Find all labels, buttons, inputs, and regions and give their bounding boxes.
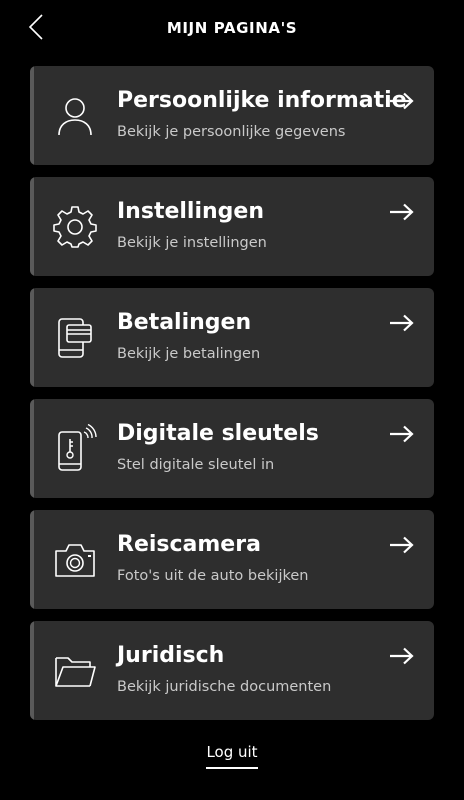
- menu-card-settings[interactable]: Instellingen Bekijk je instellingen: [30, 177, 434, 276]
- my-pages-screen: MIJN PAGINA'S Persoonlijke informatie Be…: [0, 0, 464, 800]
- card-subtitle: Foto's uit de auto bekijken: [117, 568, 309, 584]
- person-icon: [52, 93, 98, 139]
- folder-icon: [52, 648, 98, 694]
- logout-area: Log uit: [0, 742, 464, 769]
- card-title: Reiscamera: [117, 532, 261, 557]
- arrow-right-icon: [388, 90, 416, 112]
- card-subtitle: Bekijk juridische documenten: [117, 679, 332, 695]
- arrow-right-icon: [388, 534, 416, 556]
- card-subtitle: Stel digitale sleutel in: [117, 457, 275, 473]
- card-subtitle: Bekijk je persoonlijke gegevens: [117, 124, 346, 140]
- camera-icon: [52, 537, 98, 583]
- arrow-right-icon: [388, 423, 416, 445]
- menu-list: Persoonlijke informatie Bekijk je persoo…: [30, 66, 434, 732]
- arrow-right-icon: [388, 201, 416, 223]
- menu-card-travel-camera[interactable]: Reiscamera Foto's uit de auto bekijken: [30, 510, 434, 609]
- menu-card-payments[interactable]: Betalingen Bekijk je betalingen: [30, 288, 434, 387]
- menu-card-personal-info[interactable]: Persoonlijke informatie Bekijk je persoo…: [30, 66, 434, 165]
- arrow-right-icon: [388, 312, 416, 334]
- header: MIJN PAGINA'S: [0, 0, 464, 60]
- card-subtitle: Bekijk je betalingen: [117, 346, 261, 362]
- menu-card-legal[interactable]: Juridisch Bekijk juridische documenten: [30, 621, 434, 720]
- page-title: MIJN PAGINA'S: [166, 19, 298, 37]
- card-subtitle: Bekijk je instellingen: [117, 235, 267, 251]
- menu-card-digital-keys[interactable]: Digitale sleutels Stel digitale sleutel …: [30, 399, 434, 498]
- arrow-right-icon: [388, 645, 416, 667]
- digital-key-phone-icon: [52, 424, 98, 472]
- payment-card-phone-icon: [52, 315, 98, 361]
- card-title: Digitale sleutels: [117, 421, 319, 446]
- card-title: Persoonlijke informatie: [117, 88, 407, 113]
- card-title: Instellingen: [117, 199, 264, 224]
- gear-icon: [52, 204, 98, 250]
- logout-link[interactable]: Log uit: [206, 743, 258, 769]
- card-title: Betalingen: [117, 310, 252, 335]
- card-title: Juridisch: [117, 643, 225, 668]
